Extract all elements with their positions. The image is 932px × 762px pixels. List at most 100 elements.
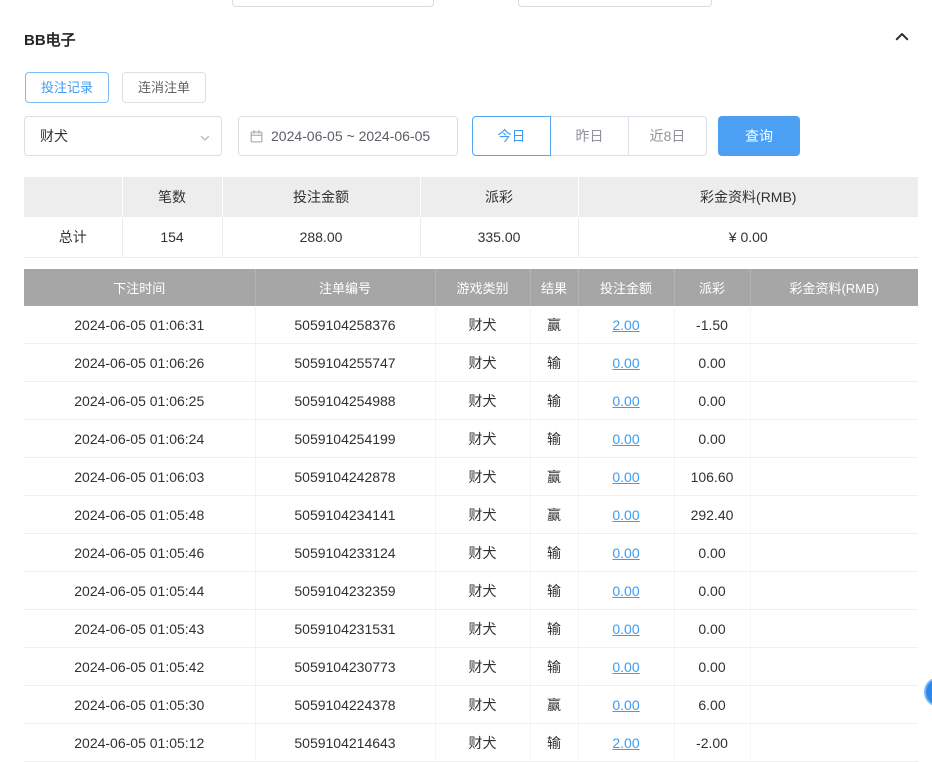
payout-cell: -1.50 — [674, 306, 750, 344]
order-id-cell: 5059104214643 — [255, 724, 435, 762]
bet-amount-link[interactable]: 0.00 — [612, 697, 639, 713]
bonus-cell — [750, 420, 918, 458]
bet-time-cell: 2024-06-05 01:05:42 — [24, 648, 255, 686]
result-cell: 输 — [530, 724, 578, 762]
bet-amount-link[interactable]: 0.00 — [612, 393, 639, 409]
table-row: 2024-06-05 01:06:265059104255747财犬输 0.00 0… — [24, 344, 918, 382]
result-cell: 输 — [530, 382, 578, 420]
bet-amount-cell: 0.00 — [578, 534, 674, 572]
quick-range-last8days-button[interactable]: 近8日 — [628, 116, 707, 156]
result-cell: 输 — [530, 648, 578, 686]
customer-service-button[interactable] — [924, 677, 932, 707]
bet-amount-link[interactable]: 0.00 — [612, 355, 639, 371]
game-select[interactable]: 财犬 — [24, 116, 222, 156]
bet-time-cell: 2024-06-05 01:06:25 — [24, 382, 255, 420]
header-game-type: 游戏类别 — [435, 269, 530, 306]
order-id-cell: 5059104234141 — [255, 496, 435, 534]
summary-header-bonus: 彩金资料(RMB) — [578, 177, 918, 217]
bet-amount-link[interactable]: 2.00 — [612, 735, 639, 751]
date-range-input[interactable]: 2024-06-05 ~ 2024-06-05 — [238, 116, 458, 156]
result-cell: 输 — [530, 344, 578, 382]
bet-time-cell: 2024-06-05 01:05:46 — [24, 534, 255, 572]
order-id-cell: 5059104224378 — [255, 686, 435, 724]
summary-header-bet-amount: 投注金额 — [222, 177, 420, 217]
header-result: 结果 — [530, 269, 578, 306]
quick-range-yesterday-button[interactable]: 昨日 — [550, 116, 629, 156]
header-order-id: 注单编号 — [255, 269, 435, 306]
game-type-cell: 财犬 — [435, 458, 530, 496]
bonus-cell — [750, 496, 918, 534]
result-cell: 赢 — [530, 686, 578, 724]
bet-amount-link[interactable]: 0.00 — [612, 469, 639, 485]
order-id-cell: 5059104255747 — [255, 344, 435, 382]
game-type-cell: 财犬 — [435, 648, 530, 686]
bet-time-cell: 2024-06-05 01:06:24 — [24, 420, 255, 458]
bonus-cell — [750, 344, 918, 382]
tab-cancelled-orders[interactable]: 连消注单 — [122, 72, 206, 103]
bet-amount-cell: 0.00 — [578, 572, 674, 610]
bet-amount-cell: 0.00 — [578, 420, 674, 458]
bet-amount-cell: 0.00 — [578, 648, 674, 686]
bet-amount-link[interactable]: 0.00 — [612, 583, 639, 599]
payout-cell: 0.00 — [674, 534, 750, 572]
bet-amount-link[interactable]: 0.00 — [612, 507, 639, 523]
bet-amount-cell: 0.00 — [578, 496, 674, 534]
section-title: BB电子 — [24, 29, 76, 50]
bet-amount-link[interactable]: 0.00 — [612, 545, 639, 561]
bet-amount-link[interactable]: 0.00 — [612, 621, 639, 637]
payout-cell: 0.00 — [674, 610, 750, 648]
result-cell: 输 — [530, 572, 578, 610]
top-partial-input-2[interactable] — [518, 0, 712, 7]
collapse-section-button[interactable] — [890, 27, 914, 51]
bonus-cell — [750, 686, 918, 724]
bet-time-cell: 2024-06-05 01:05:43 — [24, 610, 255, 648]
header-bet-time: 下注时间 — [24, 269, 255, 306]
quick-range-button-group: 今日 昨日 近8日 — [472, 116, 707, 156]
order-id-cell: 5059104232359 — [255, 572, 435, 610]
summary-header-blank — [24, 177, 122, 217]
header-bonus: 彩金资料(RMB) — [750, 269, 918, 306]
bet-amount-link[interactable]: 0.00 — [612, 431, 639, 447]
bet-amount-link[interactable]: 0.00 — [612, 659, 639, 675]
result-cell: 输 — [530, 534, 578, 572]
payout-cell: 0.00 — [674, 344, 750, 382]
bet-time-cell: 2024-06-05 01:05:12 — [24, 724, 255, 762]
summary-header-count: 笔数 — [122, 177, 222, 217]
order-id-cell: 5059104230773 — [255, 648, 435, 686]
summary-total-row: 总计 154 288.00 335.00 ¥ 0.00 — [24, 217, 918, 258]
bonus-cell — [750, 648, 918, 686]
game-type-cell: 财犬 — [435, 610, 530, 648]
result-cell: 输 — [530, 610, 578, 648]
search-button[interactable]: 查询 — [718, 116, 800, 156]
bonus-cell — [750, 534, 918, 572]
top-partial-input-1[interactable] — [232, 0, 434, 7]
table-row: 2024-06-05 01:05:445059104232359财犬输 0.00 0… — [24, 572, 918, 610]
game-type-cell: 财犬 — [435, 344, 530, 382]
chevron-up-icon — [893, 28, 911, 51]
table-row: 2024-06-05 01:05:305059104224378财犬赢0.006… — [24, 686, 918, 724]
order-id-cell: 5059104231531 — [255, 610, 435, 648]
order-id-cell: 5059104258376 — [255, 306, 435, 344]
payout-cell: 0.00 — [674, 420, 750, 458]
bet-amount-link[interactable]: 2.00 — [612, 317, 639, 333]
game-type-cell: 财犬 — [435, 572, 530, 610]
bet-time-cell: 2024-06-05 01:06:26 — [24, 344, 255, 382]
tab-bet-records[interactable]: 投注记录 — [25, 72, 109, 103]
payout-cell: 0.00 — [674, 572, 750, 610]
game-type-cell: 财犬 — [435, 306, 530, 344]
result-cell: 输 — [530, 420, 578, 458]
quick-range-today-button[interactable]: 今日 — [472, 116, 551, 156]
order-id-cell: 5059104233124 — [255, 534, 435, 572]
bonus-cell — [750, 610, 918, 648]
payout-cell: 0.00 — [674, 648, 750, 686]
game-type-cell: 财犬 — [435, 420, 530, 458]
summary-count-value: 154 — [122, 217, 222, 258]
bet-amount-cell: 0.00 — [578, 344, 674, 382]
payout-cell: -2.00 — [674, 724, 750, 762]
table-row: 2024-06-05 01:05:125059104214643财犬输2.00-… — [24, 724, 918, 762]
bet-amount-cell: 2.00 — [578, 306, 674, 344]
result-cell: 赢 — [530, 458, 578, 496]
summary-total-label: 总计 — [24, 217, 122, 258]
bet-time-cell: 2024-06-05 01:05:44 — [24, 572, 255, 610]
game-type-cell: 财犬 — [435, 382, 530, 420]
